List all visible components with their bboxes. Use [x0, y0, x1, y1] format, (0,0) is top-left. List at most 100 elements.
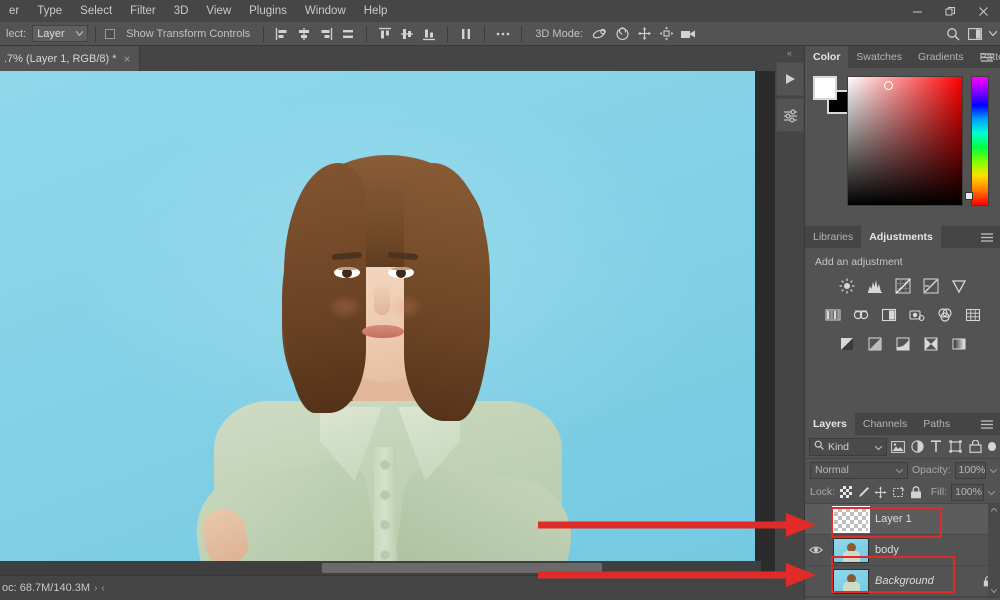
pan-3d-icon[interactable] — [633, 24, 655, 44]
levels-icon[interactable] — [865, 276, 885, 296]
exposure-icon[interactable] — [921, 276, 941, 296]
chevron-down-icon[interactable] — [990, 464, 998, 476]
canvas-horizontal-scrollbar[interactable] — [0, 561, 761, 575]
filter-smart-object-icon[interactable] — [966, 437, 983, 456]
layer-name[interactable]: body — [875, 544, 974, 556]
lock-all-icon[interactable] — [909, 483, 923, 501]
threshold-icon[interactable] — [893, 334, 913, 354]
lock-image-pixels-icon[interactable] — [857, 483, 871, 501]
menu-select[interactable]: Select — [71, 2, 121, 20]
align-horizontal-centers-icon[interactable] — [293, 24, 315, 44]
layer-list-scrollbar[interactable] — [988, 504, 1000, 597]
scroll-up-icon[interactable] — [988, 504, 1000, 516]
search-icon[interactable] — [942, 24, 964, 44]
color-lookup-icon[interactable] — [963, 305, 983, 325]
collapse-panels-icon[interactable]: « — [775, 46, 804, 60]
fill-input[interactable]: 100% — [951, 483, 984, 501]
layer-visibility-toggle[interactable] — [805, 545, 827, 555]
distribute-horizontal-icon[interactable] — [337, 24, 359, 44]
layer-thumbnail[interactable] — [832, 505, 870, 533]
adjustment-sliders-icon[interactable] — [776, 98, 804, 132]
panel-menu-icon[interactable] — [978, 413, 996, 435]
hue-saturation-icon[interactable] — [823, 305, 843, 325]
layer-filter-kind-dropdown[interactable]: Kind — [809, 437, 887, 456]
tab-layers[interactable]: Layers — [805, 413, 855, 435]
brightness-contrast-icon[interactable] — [837, 276, 857, 296]
menu-help[interactable]: Help — [355, 2, 397, 20]
distribute-vertical-icon[interactable] — [455, 24, 477, 44]
close-tab-icon[interactable]: × — [124, 53, 131, 65]
channel-mixer-icon[interactable] — [935, 305, 955, 325]
layer-name[interactable]: Layer 1 — [875, 513, 974, 525]
select-target-dropdown[interactable]: Layer — [32, 25, 89, 42]
scroll-down-icon[interactable] — [988, 585, 1000, 597]
layer-thumbnail[interactable] — [833, 568, 869, 594]
align-left-edges-icon[interactable] — [271, 24, 293, 44]
workspace-switcher-icon[interactable] — [964, 24, 986, 44]
tab-color[interactable]: Color — [805, 46, 849, 68]
canvas-area[interactable] — [0, 71, 775, 575]
panel-menu-icon[interactable] — [978, 46, 996, 68]
slide-3d-icon[interactable] — [655, 24, 677, 44]
menu-type[interactable]: Type — [28, 2, 71, 20]
chevron-down-icon[interactable] — [986, 24, 1000, 44]
chevron-down-icon[interactable] — [987, 486, 996, 498]
color-field[interactable] — [847, 76, 963, 206]
tab-swatches[interactable]: Swatches — [848, 46, 910, 68]
filter-adjustment-icon[interactable] — [908, 437, 925, 456]
roll-3d-icon[interactable] — [611, 24, 633, 44]
color-field-cursor[interactable] — [884, 81, 893, 90]
opacity-input[interactable]: 100% — [954, 461, 987, 479]
minimize-button[interactable] — [901, 0, 934, 22]
gradient-map-icon[interactable] — [921, 334, 941, 354]
horizontal-scroll-thumb[interactable] — [322, 563, 602, 573]
layer-name[interactable]: Background — [875, 575, 974, 587]
lock-artboard-nesting-icon[interactable] — [892, 483, 906, 501]
table-row[interactable]: Background — [805, 566, 1000, 597]
filter-type-icon[interactable] — [928, 437, 945, 456]
menu-3d[interactable]: 3D — [165, 2, 198, 20]
filter-toggle-switch[interactable] — [987, 442, 997, 451]
table-row[interactable]: body — [805, 535, 1000, 566]
menu-plugins[interactable]: Plugins — [240, 2, 296, 20]
document-tab[interactable]: .7% (Layer 1, RGB/8) * × — [0, 46, 140, 71]
tab-libraries[interactable]: Libraries — [805, 226, 861, 248]
align-vertical-centers-icon[interactable] — [396, 24, 418, 44]
hue-strip[interactable] — [971, 76, 989, 206]
filter-shape-icon[interactable] — [947, 437, 964, 456]
filter-pixel-icon[interactable] — [889, 437, 906, 456]
tab-gradients[interactable]: Gradients — [910, 46, 972, 68]
curves-icon[interactable] — [893, 276, 913, 296]
camera-3d-icon[interactable] — [677, 24, 699, 44]
more-options-icon[interactable] — [492, 24, 514, 44]
restore-button[interactable] — [934, 0, 967, 22]
orbit-3d-icon[interactable] — [589, 24, 611, 44]
photo-filter-icon[interactable] — [907, 305, 927, 325]
tab-channels[interactable]: Channels — [855, 413, 915, 435]
tab-adjustments[interactable]: Adjustments — [861, 226, 941, 248]
menu-filter[interactable]: Filter — [121, 2, 165, 20]
black-white-icon[interactable] — [879, 305, 899, 325]
align-top-edges-icon[interactable] — [374, 24, 396, 44]
vibrance-icon[interactable] — [949, 276, 969, 296]
blend-mode-dropdown[interactable]: Normal — [810, 461, 908, 479]
lock-position-icon[interactable] — [874, 483, 888, 501]
invert-icon[interactable] — [837, 334, 857, 354]
align-right-edges-icon[interactable] — [315, 24, 337, 44]
posterize-icon[interactable] — [865, 334, 885, 354]
menu-view[interactable]: View — [197, 2, 240, 20]
tab-paths[interactable]: Paths — [915, 413, 958, 435]
show-transform-controls-checkbox[interactable]: Show Transform Controls — [103, 28, 256, 40]
menu-window[interactable]: Window — [296, 2, 355, 20]
menu-filter-cut[interactable]: er — [0, 2, 28, 20]
layer-thumbnail[interactable] — [833, 537, 869, 563]
panel-menu-icon[interactable] — [978, 226, 996, 248]
color-balance-icon[interactable] — [851, 305, 871, 325]
selective-color-icon[interactable] — [949, 334, 969, 354]
play-actions-icon[interactable] — [776, 62, 804, 96]
align-bottom-edges-icon[interactable] — [418, 24, 440, 44]
lock-transparent-pixels-icon[interactable] — [839, 483, 853, 501]
foreground-color-swatch[interactable] — [813, 76, 837, 100]
status-expand-icon[interactable]: › — [94, 583, 97, 594]
table-row[interactable]: Layer 1 — [805, 504, 1000, 535]
